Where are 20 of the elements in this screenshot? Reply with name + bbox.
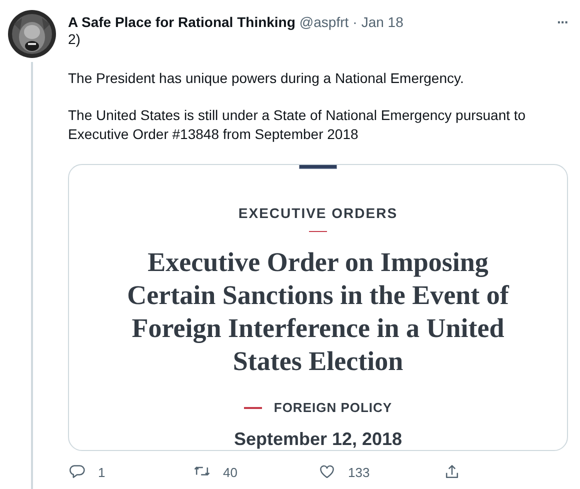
category-label: FOREIGN POLICY <box>274 400 392 415</box>
speech-bubble-icon <box>68 463 86 481</box>
share-button[interactable] <box>443 463 461 481</box>
tweet-text: The President has unique powers during a National Emergency. <box>68 69 465 88</box>
share-icon <box>443 463 461 481</box>
heart-icon <box>318 463 336 481</box>
reply-button[interactable]: 1 <box>68 463 106 481</box>
more-options-button[interactable]: ··· <box>557 14 568 30</box>
retweet-button[interactable]: 40 <box>193 463 238 481</box>
author-handle[interactable]: @aspfrt <box>299 14 349 30</box>
section-heading: EXECUTIVE ORDERS <box>238 204 398 221</box>
issued-date: September 12, 2018 <box>234 429 402 450</box>
separator-dot: · <box>352 14 358 30</box>
like-button[interactable]: 133 <box>318 463 370 481</box>
link-card[interactable]: EXECUTIVE ORDERS Executive Order on Imposing Certain Sanctions in the Event of Foreign Interference in a United States Election FOREIGN POLICY September 12, 2018 <box>68 164 568 451</box>
author-name[interactable]: A Safe Place for Rational Thinking <box>68 14 296 30</box>
tweet-text: The United States is still under a State of National Emergency pursuant to Executive Order #13848 from September 2018 <box>68 106 527 144</box>
tweet-text: 2) <box>68 30 82 49</box>
document-title: Executive Order on Imposing Certain Sanctions in the Event of Foreign Interference in a United States Election <box>126 246 510 378</box>
tweet-date[interactable]: Jan 18 <box>361 14 404 30</box>
